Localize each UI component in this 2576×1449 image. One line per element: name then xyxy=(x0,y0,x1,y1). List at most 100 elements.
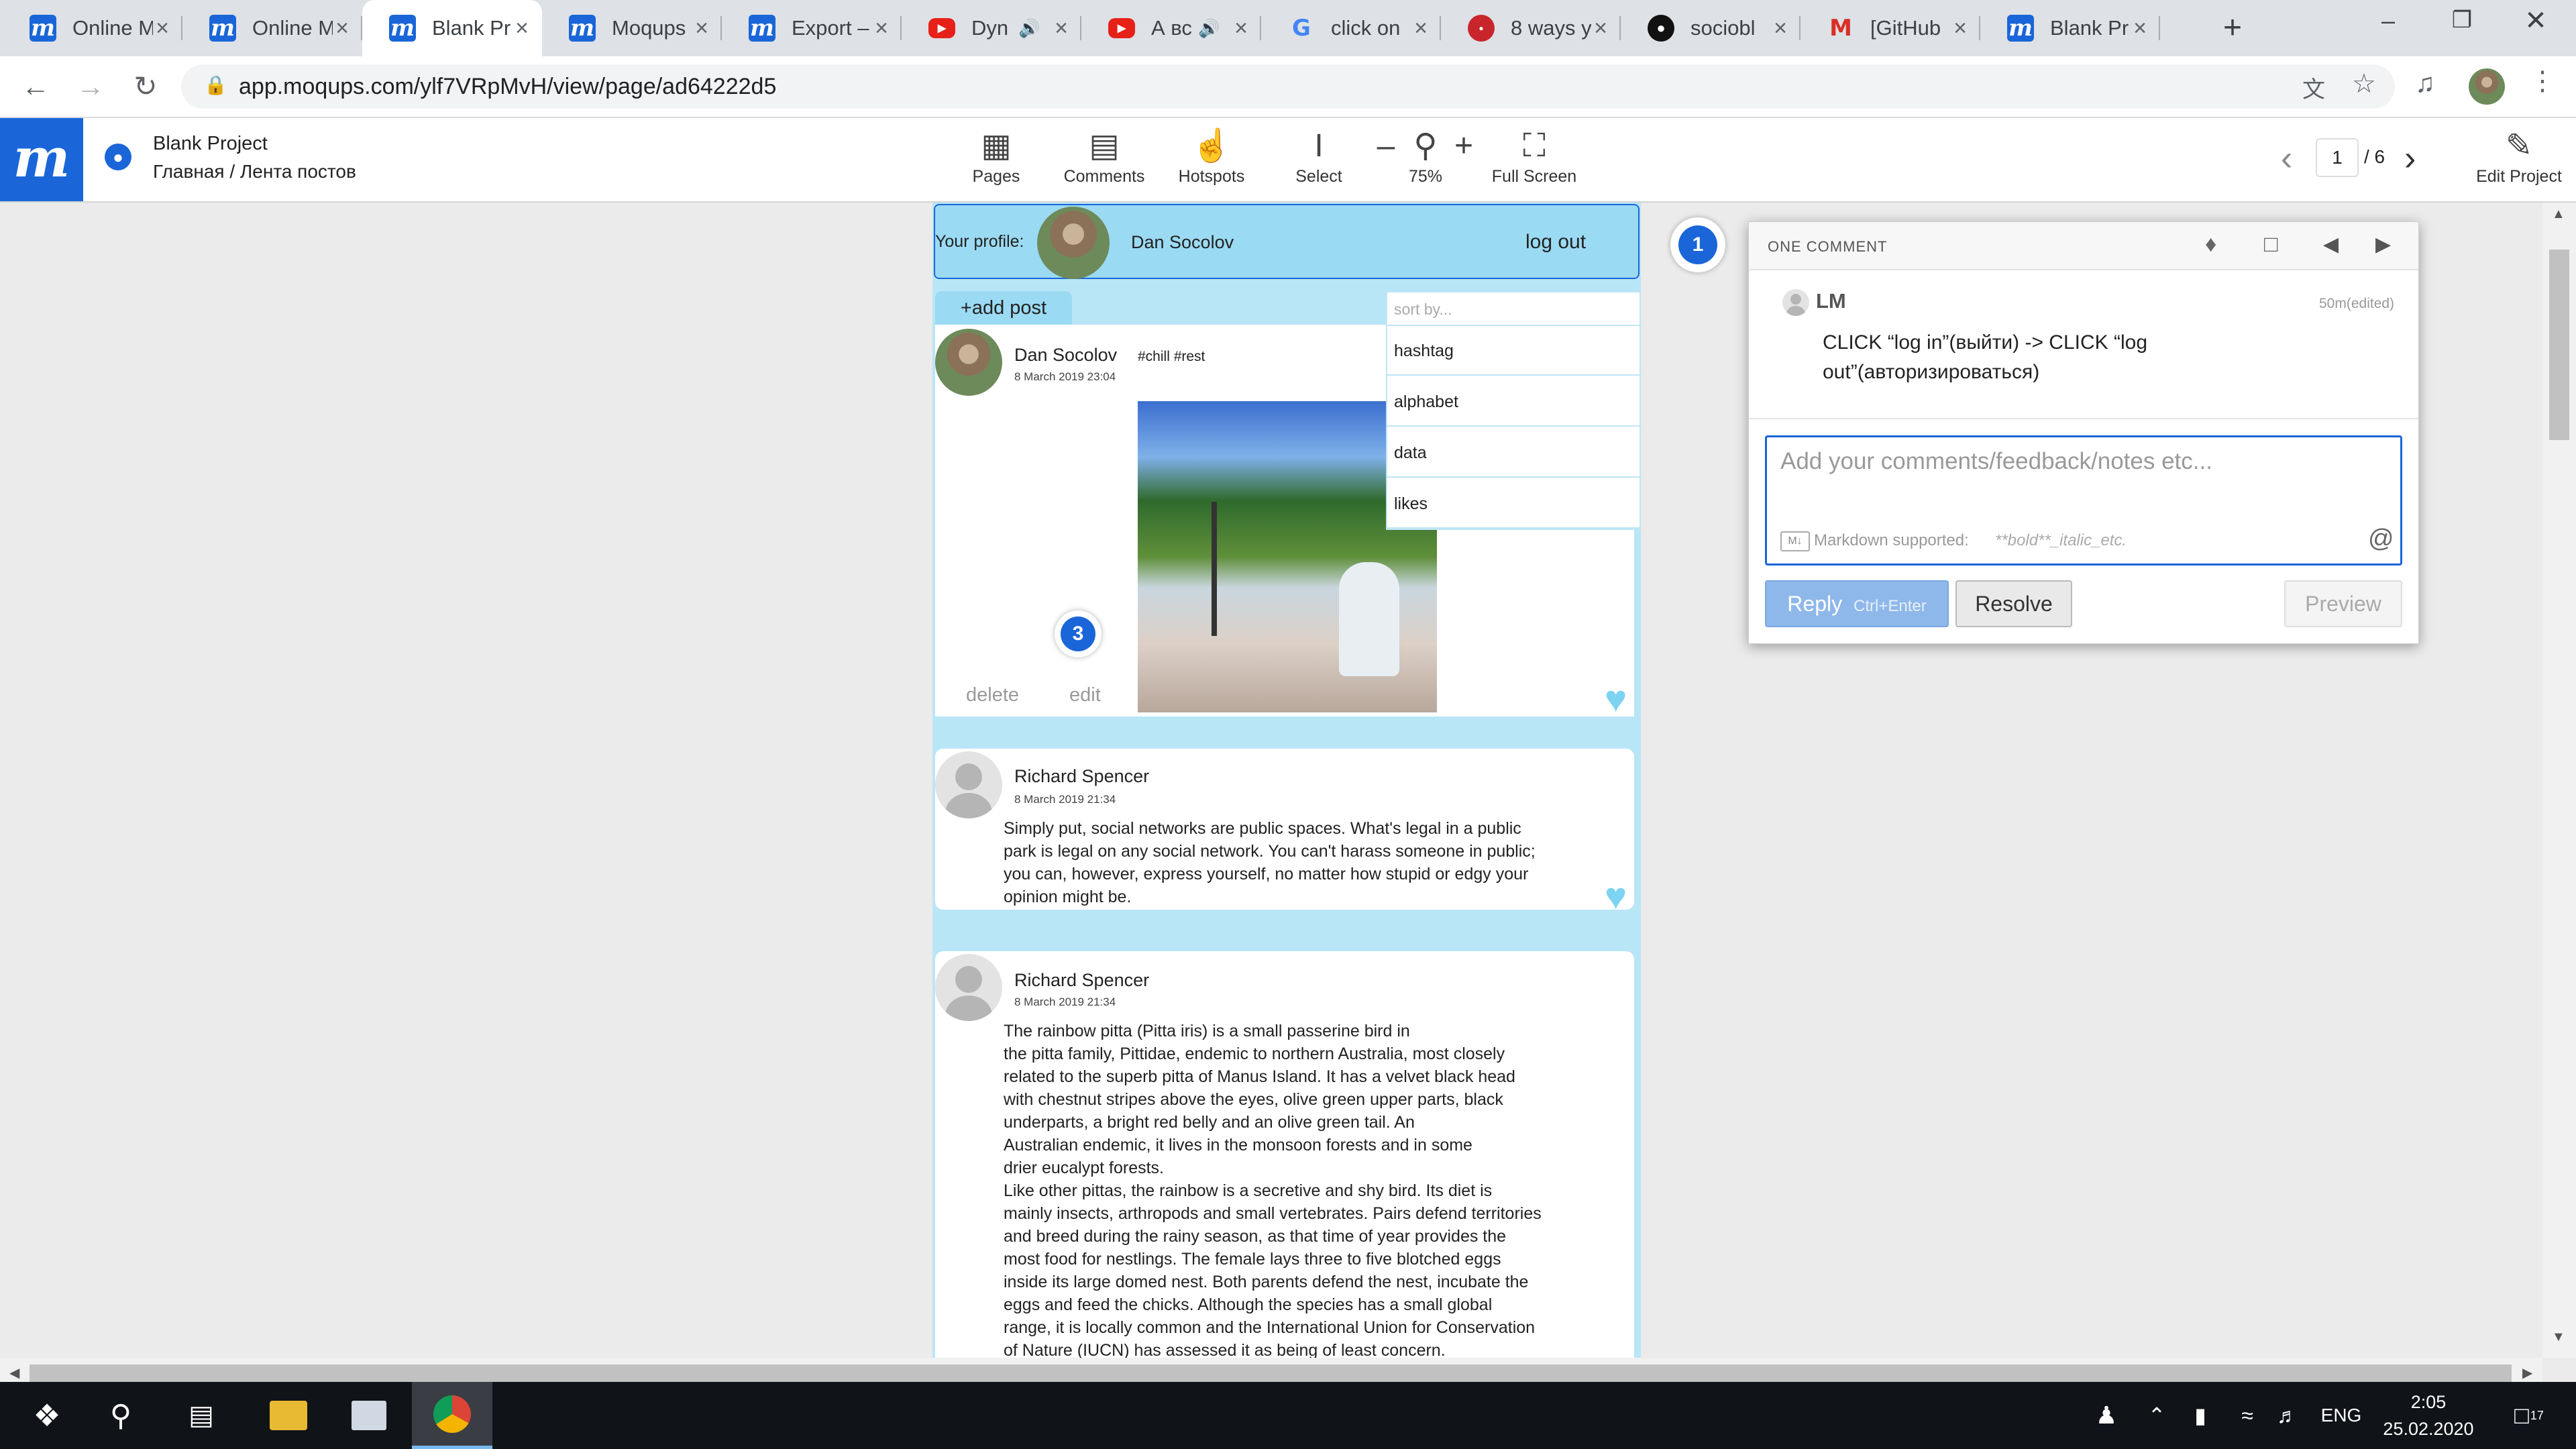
window-close-button[interactable]: ✕ xyxy=(2509,5,2563,46)
search-icon[interactable]: ⚲ xyxy=(87,1382,154,1449)
comment-input[interactable]: Add your comments/feedback/notes etc... … xyxy=(1765,435,2402,566)
browser-tab[interactable]: m Export – × xyxy=(722,0,902,56)
speaker-icon[interactable]: 🔊 xyxy=(1018,18,1040,39)
new-tab-button[interactable]: + xyxy=(2214,9,2251,47)
window-restore-button[interactable]: ❐ xyxy=(2435,7,2489,47)
close-tab-icon[interactable]: × xyxy=(1234,15,1248,42)
browser-tab[interactable]: ● sociobl × xyxy=(1621,0,1801,56)
notification-center-icon[interactable]: □ 17 xyxy=(2496,1382,2563,1449)
like-heart-icon[interactable]: ♥ xyxy=(1605,680,1627,718)
fullscreen-tool[interactable]: ⛶ Full Screen xyxy=(1484,127,1585,188)
browser-tab[interactable]: ▶ А вс 🔊 × xyxy=(1081,0,1261,56)
close-tab-icon[interactable]: × xyxy=(515,15,529,42)
close-tab-icon[interactable]: × xyxy=(1055,15,1068,42)
post-hashtags[interactable]: #chill #rest xyxy=(1138,349,1205,365)
edit-project-button[interactable]: ✎ Edit Project xyxy=(2469,127,2569,188)
prev-page-icon[interactable]: ‹ xyxy=(2281,138,2292,178)
reply-button[interactable]: Reply Ctrl+Enter xyxy=(1765,580,1949,627)
url-omnibox[interactable]: 🔒 app.moqups.com/ylf7VRpMvH/view/page/ad… xyxy=(181,64,2395,109)
add-post-button[interactable]: +add post xyxy=(935,291,1072,325)
input-language[interactable]: ENG xyxy=(2308,1382,2375,1449)
zoom-control[interactable]: ⚲ 75% xyxy=(1402,127,1449,188)
sort-dropdown[interactable]: sort by... hashtag alphabet data likes xyxy=(1386,291,1641,530)
logout-link[interactable]: log out xyxy=(1525,231,1586,254)
page-number-input[interactable]: 1 xyxy=(2316,138,2359,177)
comments-tool[interactable]: ▤ Comments xyxy=(1057,127,1151,188)
reload-icon[interactable]: ↻ xyxy=(127,68,164,105)
close-tab-icon[interactable]: × xyxy=(156,15,169,42)
battery-icon[interactable]: ▮ xyxy=(2180,1382,2220,1449)
close-tab-icon[interactable]: × xyxy=(2133,15,2147,42)
close-tab-icon[interactable]: × xyxy=(1414,15,1428,42)
vertical-scrollbar[interactable]: ▲ ▼ xyxy=(2542,203,2576,1358)
back-arrow-icon[interactable]: ← xyxy=(17,68,54,105)
like-heart-icon[interactable]: ♥ xyxy=(1605,877,1627,915)
select-tool[interactable]: I Select xyxy=(1285,127,1352,188)
browser-tab[interactable]: m Blank Pr × xyxy=(362,0,542,56)
browser-tab[interactable]: M [GitHub × xyxy=(1801,0,1980,56)
speaker-icon[interactable]: 🔊 xyxy=(1198,18,1220,39)
hotspot-marker-3[interactable]: 3 xyxy=(1055,610,1102,657)
browser-tab[interactable]: m Moqups × xyxy=(542,0,722,56)
scroll-right-arrow[interactable]: ▶ xyxy=(2522,1364,2532,1381)
breadcrumb[interactable]: Главная / Лента постов xyxy=(153,161,356,182)
bookmark-star-icon[interactable]: ☆ xyxy=(2352,68,2376,99)
taskbar-clock[interactable]: 2:05 25.02.2020 xyxy=(2375,1382,2482,1449)
task-view-icon[interactable]: ▤ xyxy=(168,1382,235,1449)
browser-tab[interactable]: ▶ Dyn 🔊 × xyxy=(902,0,1081,56)
chrome-taskbar-icon[interactable] xyxy=(412,1382,492,1449)
browser-tab[interactable]: m Online M × xyxy=(182,0,362,56)
vertical-scroll-thumb[interactable] xyxy=(2549,250,2569,440)
mention-icon[interactable]: @ xyxy=(2368,525,2394,553)
preview-button[interactable]: Preview xyxy=(2284,580,2402,627)
browser-tab[interactable]: m Blank Pr × xyxy=(1980,0,2160,56)
trash-icon[interactable]: □ xyxy=(2264,231,2278,258)
url-text[interactable]: app.moqups.com/ylf7VRpMvH/view/page/ad64… xyxy=(239,74,776,100)
sort-placeholder[interactable]: sort by... xyxy=(1387,292,1640,326)
windows-start-icon[interactable]: ❖ xyxy=(13,1382,80,1449)
sort-option-likes[interactable]: likes xyxy=(1387,479,1640,529)
volume-icon[interactable]: ♬ xyxy=(2267,1382,2308,1449)
media-control-icon[interactable]: ♫ xyxy=(2415,68,2435,99)
close-tab-icon[interactable]: × xyxy=(1594,15,1607,42)
bell-icon[interactable]: ♦ xyxy=(2205,231,2216,258)
pages-tool[interactable]: ▦ Pages xyxy=(966,127,1026,188)
add-post-label: +add post xyxy=(960,297,1047,319)
zoom-out-button[interactable]: – xyxy=(1373,127,1399,165)
resolve-button[interactable]: Resolve xyxy=(1955,580,2072,627)
close-tab-icon[interactable]: × xyxy=(1774,15,1787,42)
zoom-in-button[interactable]: + xyxy=(1450,127,1477,165)
tray-chevron-icon[interactable]: ⌃ xyxy=(2140,1382,2174,1449)
app-window-icon[interactable] xyxy=(335,1382,402,1449)
prev-comment-icon[interactable]: ◀ xyxy=(2323,233,2339,256)
close-tab-icon[interactable]: × xyxy=(875,15,888,42)
moqups-logo[interactable]: m xyxy=(0,118,83,201)
comment-pin-1[interactable]: 1 xyxy=(1670,217,1725,272)
wifi-icon[interactable]: ≈ xyxy=(2227,1382,2267,1449)
scroll-down-arrow[interactable]: ▼ xyxy=(2552,1330,2565,1345)
browser-tab[interactable]: Gclick on × xyxy=(1261,0,1441,56)
sort-option-hashtag[interactable]: hashtag xyxy=(1387,326,1640,376)
scroll-left-arrow[interactable]: ◀ xyxy=(9,1364,19,1381)
forward-arrow-icon[interactable]: → xyxy=(72,68,109,105)
browser-tab[interactable]: ● 8 ways y × xyxy=(1441,0,1621,56)
close-tab-icon[interactable]: × xyxy=(1953,15,1967,42)
next-comment-icon[interactable]: ▶ xyxy=(2375,233,2391,256)
browser-tab[interactable]: m Online M × xyxy=(3,0,182,56)
browser-profile-avatar[interactable] xyxy=(2469,68,2505,105)
sort-option-data[interactable]: data xyxy=(1387,428,1640,478)
browser-menu-icon[interactable]: ⋮ xyxy=(2529,66,2556,97)
close-tab-icon[interactable]: × xyxy=(695,15,708,42)
globe-icon[interactable]: ● xyxy=(105,144,131,170)
window-minimize-button[interactable]: – xyxy=(2361,7,2415,47)
people-icon[interactable]: ♟ xyxy=(2080,1382,2133,1449)
post-edit-link[interactable]: edit xyxy=(1069,684,1101,706)
post-delete-link[interactable]: delete xyxy=(966,684,1019,706)
sort-option-alphabet[interactable]: alphabet xyxy=(1387,377,1640,427)
scroll-up-arrow[interactable]: ▲ xyxy=(2552,207,2565,222)
next-page-icon[interactable]: › xyxy=(2404,138,2416,178)
hotspots-tool[interactable]: ☝ Hotspots xyxy=(1171,127,1252,188)
translate-icon[interactable]: 文 xyxy=(2302,71,2325,104)
close-tab-icon[interactable]: × xyxy=(335,15,349,42)
file-explorer-icon[interactable] xyxy=(255,1382,322,1449)
